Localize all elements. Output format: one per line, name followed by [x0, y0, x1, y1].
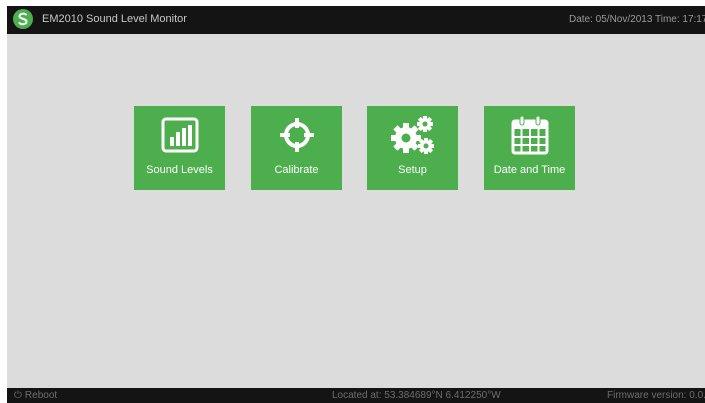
date-and-time-button[interactable]: Date and Time — [484, 106, 575, 190]
reboot-button[interactable]: ⏻ Reboot — [14, 390, 57, 401]
reboot-label: Reboot — [24, 390, 58, 401]
date-time-display: Date: 05/Nov/2013 Time: 17:17:56 — [569, 14, 705, 25]
calibrate-label: Calibrate — [274, 164, 319, 176]
calendar-icon — [484, 114, 575, 156]
firmware-version: Firmware version: 0.0.10 — [607, 390, 705, 401]
location-text: Located at: 53.384689°N 6.412250°W — [332, 390, 501, 401]
crosshair-icon — [251, 114, 342, 156]
calibrate-button[interactable]: Calibrate — [251, 106, 342, 190]
power-icon: ⏻ — [14, 390, 22, 401]
top-bar: EM2010 Sound Level Monitor Date: 05/Nov/… — [7, 6, 705, 34]
date-and-time-label: Date and Time — [493, 164, 566, 176]
sound-levels-label: Sound Levels — [146, 164, 213, 176]
sound-levels-button[interactable]: Sound Levels — [134, 106, 225, 190]
bar-chart-icon — [134, 114, 225, 156]
app-window: EM2010 Sound Level Monitor Date: 05/Nov/… — [7, 6, 705, 403]
app-title: EM2010 Sound Level Monitor — [42, 13, 187, 25]
app-logo-icon — [13, 9, 33, 29]
setup-label: Setup — [398, 164, 427, 176]
setup-button[interactable]: Setup — [367, 106, 458, 190]
gears-icon — [367, 114, 458, 156]
status-bar: ⏻ Reboot Located at: 53.384689°N 6.412250… — [7, 388, 705, 403]
